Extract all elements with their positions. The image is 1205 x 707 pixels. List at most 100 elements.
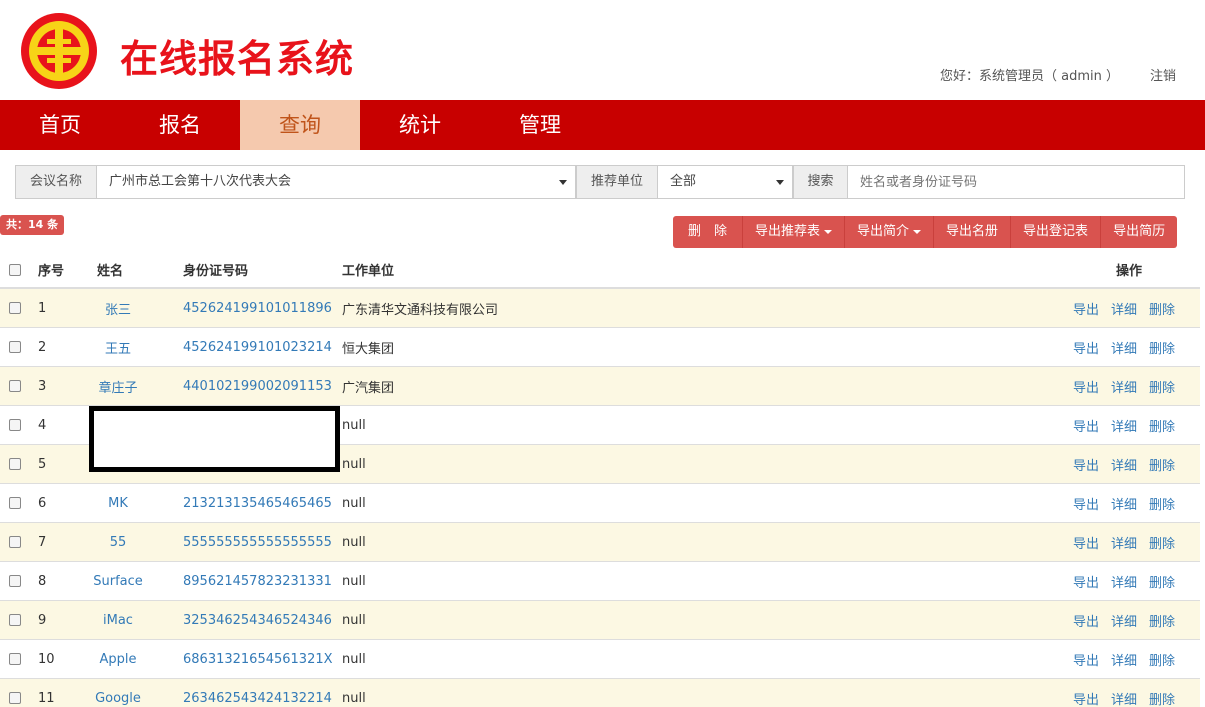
row-export-link[interactable]: 导出 [1073,611,1099,630]
row-delete-link[interactable]: 删除 [1149,572,1175,591]
row-no: 8 [38,573,47,589]
row-delete-link[interactable]: 删除 [1149,533,1175,552]
row-detail-link[interactable]: 详细 [1111,533,1137,552]
row-actions: 导出 详细 删除 [1073,289,1200,327]
nav-item-statistics[interactable]: 统计 [360,100,480,150]
row-actions: 导出 详细 删除 [1073,640,1200,678]
row-name-link[interactable]: iMac [88,601,148,639]
row-delete-link[interactable]: 删除 [1149,494,1175,513]
row-unit: null [342,417,366,433]
row-checkbox[interactable] [8,640,22,678]
meeting-select[interactable]: 广州市总工会第十八次代表大会 [96,165,576,199]
row-actions: 导出 详细 删除 [1073,445,1200,483]
nav-item-manage[interactable]: 管理 [480,100,600,150]
row-export-link[interactable]: 导出 [1073,338,1099,357]
row-unit: null [342,534,366,550]
caret-down-icon [824,229,833,234]
search-input[interactable] [847,165,1185,199]
row-export-link[interactable]: 导出 [1073,455,1099,474]
row-delete-link[interactable]: 删除 [1149,689,1175,707]
row-name-link[interactable]: 章庄子 [88,367,148,405]
row-export-link[interactable]: 导出 [1073,299,1099,318]
row-export-link[interactable]: 导出 [1073,416,1099,435]
row-id-link[interactable]: 555555555555555555 [183,523,338,561]
row-no: 5 [38,456,47,472]
row-delete-link[interactable]: 删除 [1149,416,1175,435]
row-checkbox[interactable] [8,679,22,707]
row-detail-link[interactable]: 详细 [1111,299,1137,318]
row-export-link[interactable]: 导出 [1073,650,1099,669]
row-delete-link[interactable]: 删除 [1149,377,1175,396]
row-name-link[interactable]: MK [88,484,148,522]
export-brief-button[interactable]: 导出简介 [845,216,935,248]
row-export-link[interactable]: 导出 [1073,689,1099,707]
row-unit: null [342,651,366,667]
row-detail-link[interactable]: 详细 [1111,650,1137,669]
row-delete-link[interactable]: 删除 [1149,299,1175,318]
select-all-checkbox[interactable] [8,252,22,287]
row-no: 7 [38,534,47,550]
row-detail-link[interactable]: 详细 [1111,689,1137,707]
row-detail-link[interactable]: 详细 [1111,611,1137,630]
row-export-link[interactable]: 导出 [1073,572,1099,591]
row-unit: 广东清华文通科技有限公司 [342,302,499,318]
logout-link[interactable]: 注销 [1150,65,1176,84]
row-detail-link[interactable]: 详细 [1111,416,1137,435]
row-checkbox[interactable] [8,367,22,405]
row-name-link[interactable]: Apple [88,640,148,678]
row-delete-link[interactable]: 删除 [1149,338,1175,357]
row-id-link[interactable]: 452624199101023214 [183,328,338,366]
export-register-button[interactable]: 导出登记表 [1011,216,1102,248]
row-name-link[interactable]: Google [88,679,148,707]
row-checkbox[interactable] [8,289,22,327]
row-actions: 导出 详细 删除 [1073,406,1200,444]
row-checkbox[interactable] [8,562,22,600]
row-detail-link[interactable]: 详细 [1111,455,1137,474]
export-roster-button[interactable]: 导出名册 [934,216,1012,248]
row-delete-link[interactable]: 删除 [1149,455,1175,474]
row-export-link[interactable]: 导出 [1073,533,1099,552]
row-actions: 导出 详细 删除 [1073,562,1200,600]
row-name-link[interactable]: 55 [88,523,148,561]
row-id-link[interactable]: 440102199002091153 [183,367,338,405]
row-id-link[interactable]: 452624199101011896 [183,289,338,327]
row-export-link[interactable]: 导出 [1073,377,1099,396]
row-id-link[interactable]: 895621457823231331 [183,562,338,600]
row-delete-link[interactable]: 删除 [1149,611,1175,630]
table-row: 11 Google 263462543424132214 null 导出 详细 删除 [0,679,1200,707]
row-name-link[interactable]: 王五 [88,328,148,366]
row-checkbox[interactable] [8,328,22,366]
nav-item-home[interactable]: 首页 [0,100,120,150]
row-id-link[interactable]: 263462543424132214 [183,679,338,707]
row-name-link[interactable]: Surface [88,562,148,600]
table-row: 8 Surface 895621457823231331 null 导出 详细 删除 [0,562,1200,601]
row-unit: 广汽集团 [342,380,395,396]
row-detail-link[interactable]: 详细 [1111,494,1137,513]
export-recommend-button[interactable]: 导出推荐表 [743,216,846,248]
row-checkbox[interactable] [8,601,22,639]
export-resume-button[interactable]: 导出简历 [1101,216,1178,248]
row-export-link[interactable]: 导出 [1073,494,1099,513]
row-checkbox[interactable] [8,484,22,522]
row-checkbox[interactable] [8,445,22,483]
unit-select[interactable]: 全部 [657,165,793,199]
row-checkbox[interactable] [8,406,22,444]
row-name-link[interactable]: 张三 [88,289,148,327]
row-detail-link[interactable]: 详细 [1111,338,1137,357]
app-title: 在线报名系统 [120,37,355,81]
row-detail-link[interactable]: 详细 [1111,572,1137,591]
row-delete-link[interactable]: 删除 [1149,650,1175,669]
search-label[interactable]: 搜索 [793,165,848,199]
row-detail-link[interactable]: 详细 [1111,377,1137,396]
nav-item-query[interactable]: 查询 [240,100,360,150]
row-id-link[interactable]: 213213135465465465 [183,484,338,522]
row-no: 11 [38,690,55,706]
row-checkbox[interactable] [8,523,22,561]
header: 在线报名系统 您好：系统管理员（ admin ） 注销 [0,0,1205,100]
table-row: 7 55 555555555555555555 null 导出 详细 删除 [0,523,1200,562]
row-id-link[interactable]: 68631321654561321X [183,640,338,678]
row-id-link[interactable]: 325346254346524346 [183,601,338,639]
row-no: 2 [38,339,47,355]
delete-button[interactable]: 删 除 [673,216,743,248]
nav-item-register[interactable]: 报名 [120,100,240,150]
